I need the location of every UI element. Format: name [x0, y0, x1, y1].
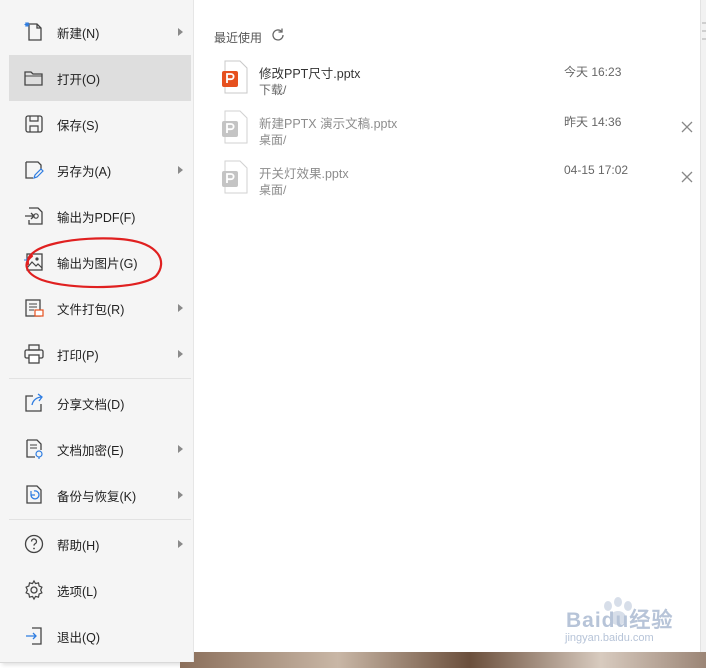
menu-item-label: 备份与恢复(K) [57, 489, 137, 504]
menu-item-save[interactable]: 保存(S) [9, 101, 191, 147]
menu-item-share[interactable]: 分享文档(D) [9, 380, 191, 426]
export-image-icon [23, 251, 45, 273]
settings-icon [23, 579, 45, 601]
menu-item-label: 文件打包(R) [57, 302, 125, 317]
chevron-right-icon [178, 540, 183, 548]
watermark-brand: Baidu经验 [566, 609, 674, 632]
remove-file-icon[interactable] [681, 171, 693, 183]
menu-item-label: 分享文档(D) [57, 397, 125, 412]
recent-file-row[interactable]: 开关灯效果.pptx 桌面/ 04-15 17:02 [214, 156, 700, 206]
menu-item-help[interactable]: 帮助(H) [9, 521, 191, 567]
pptx-file-icon [222, 60, 248, 94]
menu-item-label: 退出(Q) [57, 630, 101, 645]
menu-item-label: 新建(N) [57, 26, 100, 41]
background-document-edge [700, 0, 706, 668]
save-icon [23, 113, 45, 135]
file-path: 桌面/ [259, 183, 287, 197]
menu-item-save-as[interactable]: 另存为(A) [9, 147, 191, 193]
menu-item-label: 输出为PDF(F) [57, 210, 136, 225]
file-name: 开关灯效果.pptx [259, 167, 349, 181]
menu-divider [9, 519, 191, 520]
chevron-right-icon [178, 166, 183, 174]
menu-item-label: 保存(S) [57, 118, 99, 133]
file-name: 新建PPTX 演示文稿.pptx [259, 117, 398, 131]
menu-item-export-image[interactable]: 输出为图片(G) [9, 239, 191, 285]
new-file-icon [23, 21, 45, 43]
menu-item-encrypt[interactable]: 文档加密(E) [9, 426, 191, 472]
file-menu-sidebar: 新建(N) 打开(O) 保存(S) 另存为(A) 输出为PDF(F) 输出为图片… [0, 0, 194, 662]
menu-item-package[interactable]: 文件打包(R) [9, 285, 191, 331]
encrypt-icon [23, 438, 45, 460]
file-path: 下载/ [259, 83, 287, 97]
menu-divider [9, 378, 191, 379]
file-time: 04-15 17:02 [564, 163, 629, 177]
menu-item-label: 打开(O) [57, 72, 101, 87]
menu-item-options[interactable]: 选项(L) [9, 567, 191, 613]
watermark-url: jingyan.baidu.com [565, 632, 654, 644]
menu-item-label: 另存为(A) [57, 164, 112, 179]
chevron-right-icon [178, 28, 183, 36]
background-slide-image [180, 652, 706, 668]
chevron-right-icon [178, 445, 183, 453]
menu-item-exit[interactable]: 退出(Q) [9, 613, 191, 659]
recent-file-row[interactable]: 新建PPTX 演示文稿.pptx 桌面/ 昨天 14:36 [214, 106, 700, 156]
menu-item-new[interactable]: 新建(N) [9, 9, 191, 55]
share-icon [23, 392, 45, 414]
file-name: 修改PPT尺寸.pptx [259, 67, 361, 81]
help-icon [23, 533, 45, 555]
exit-icon [23, 625, 45, 647]
print-icon [23, 343, 45, 365]
recent-title: 最近使用 [214, 31, 263, 45]
pptx-file-icon [222, 110, 248, 144]
package-icon [23, 297, 45, 319]
chevron-right-icon [178, 491, 183, 499]
menu-item-label: 打印(P) [57, 348, 99, 363]
backup-icon [23, 484, 45, 506]
export-pdf-icon [23, 205, 45, 227]
chevron-right-icon [178, 350, 183, 358]
remove-file-icon[interactable] [681, 121, 693, 133]
pptx-file-icon [222, 160, 248, 194]
menu-item-label: 文档加密(E) [57, 443, 124, 458]
menu-item-backup[interactable]: 备份与恢复(K) [9, 472, 191, 518]
chevron-right-icon [178, 304, 183, 312]
menu-item-open[interactable]: 打开(O) [9, 55, 191, 101]
menu-item-label: 输出为图片(G) [57, 256, 138, 271]
save-as-icon [23, 159, 45, 181]
file-time: 今天 16:23 [564, 65, 622, 79]
menu-item-print[interactable]: 打印(P) [9, 331, 191, 377]
menu-item-label: 选项(L) [57, 584, 98, 599]
refresh-icon[interactable] [270, 27, 286, 43]
menu-item-export-pdf[interactable]: 输出为PDF(F) [9, 193, 191, 239]
menu-item-label: 帮助(H) [57, 538, 100, 553]
folder-open-icon [23, 67, 45, 89]
file-path: 桌面/ [259, 133, 287, 147]
file-time: 昨天 14:36 [564, 115, 622, 129]
recent-file-row[interactable]: 修改PPT尺寸.pptx 下载/ 今天 16:23 [214, 56, 700, 106]
